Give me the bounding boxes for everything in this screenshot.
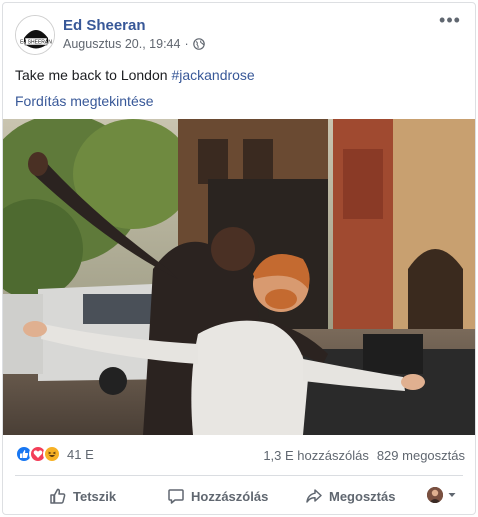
post-timestamp[interactable]: Augusztus 20., 19:44 bbox=[63, 37, 180, 51]
post-meta: Augusztus 20., 19:44 · bbox=[63, 37, 205, 51]
share-button[interactable]: Megosztás bbox=[305, 487, 395, 505]
like-button[interactable]: Tetszik bbox=[49, 487, 116, 505]
comment-button[interactable]: Hozzászólás bbox=[167, 487, 268, 505]
haha-icon bbox=[43, 445, 61, 463]
post-text-plain: Take me back to London bbox=[15, 67, 172, 83]
more-options-icon[interactable]: ••• bbox=[439, 11, 461, 31]
avatar-logo-icon: Ed SHEERAN bbox=[16, 16, 54, 54]
post-header: Ed SHEERAN Ed Sheeran Augusztus 20., 19:… bbox=[15, 11, 465, 61]
post-actions: Tetszik Hozzászólás Megosztás bbox=[15, 479, 463, 513]
author-name[interactable]: Ed Sheeran bbox=[63, 17, 146, 34]
share-count[interactable]: 829 megosztás bbox=[377, 448, 465, 463]
reactions-summary[interactable]: 41 E bbox=[15, 445, 94, 463]
act-as-selector[interactable] bbox=[427, 487, 457, 503]
comment-label: Hozzászólás bbox=[191, 488, 269, 504]
photo-image bbox=[3, 119, 475, 435]
post-text: Take me back to London #jackandrose bbox=[15, 67, 255, 83]
share-arrow-icon bbox=[306, 489, 322, 503]
post-photo[interactable] bbox=[3, 119, 475, 435]
reaction-count[interactable]: 41 E bbox=[67, 447, 94, 462]
actions-divider bbox=[15, 475, 463, 476]
like-label: Tetszik bbox=[73, 488, 117, 504]
comment-count[interactable]: 1,3 E hozzászólás bbox=[263, 448, 369, 463]
user-avatar bbox=[427, 487, 443, 503]
engagement-counts: 1,3 E hozzászólás 829 megosztás bbox=[263, 448, 465, 463]
see-translation-link[interactable]: Fordítás megtekintése bbox=[15, 93, 154, 109]
share-label: Megosztás bbox=[329, 488, 396, 504]
author-avatar[interactable]: Ed SHEERAN bbox=[15, 15, 55, 55]
comment-icon bbox=[168, 489, 184, 504]
post-card: Ed SHEERAN Ed Sheeran Augusztus 20., 19:… bbox=[2, 2, 476, 515]
hashtag-link[interactable]: #jackandrose bbox=[171, 67, 254, 83]
chevron-down-icon bbox=[448, 493, 456, 497]
post-stats: 41 E 1,3 E hozzászólás 829 megosztás bbox=[15, 445, 465, 467]
thumbs-up-icon bbox=[50, 488, 66, 504]
globe-icon[interactable] bbox=[192, 38, 205, 50]
svg-text:Ed SHEERAN: Ed SHEERAN bbox=[20, 40, 52, 46]
